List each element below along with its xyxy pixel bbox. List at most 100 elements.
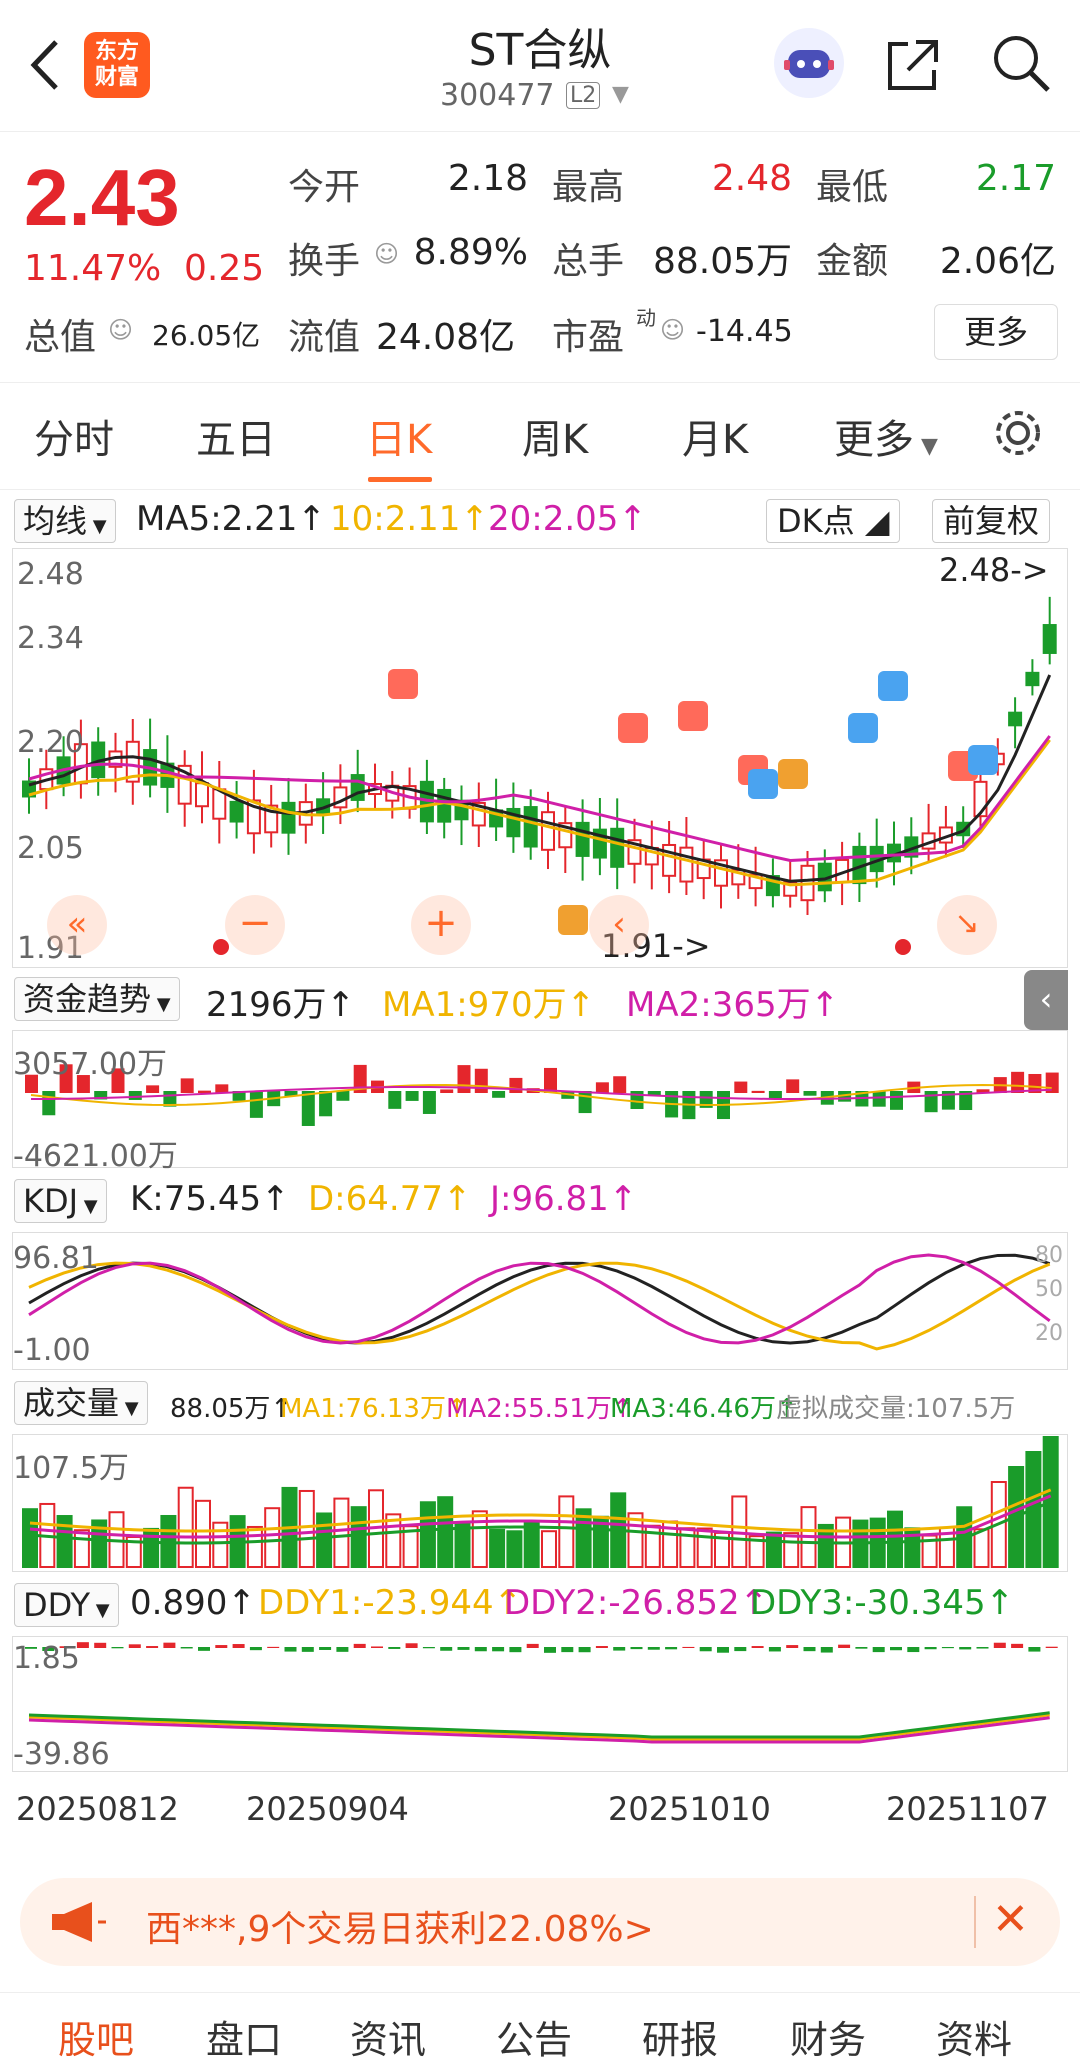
ddy-bar: [786, 1645, 799, 1648]
ma-selector[interactable]: 均线 ▼: [14, 499, 116, 543]
candle-body: [1042, 624, 1057, 654]
share-icon[interactable]: [880, 32, 946, 98]
ddy-bar: [163, 1642, 176, 1648]
ma-line: [28, 739, 1051, 887]
ddy-bar: [820, 1647, 833, 1653]
tab-research[interactable]: 研报: [642, 2009, 718, 2064]
chevron-down-icon[interactable]: ▼: [612, 82, 629, 107]
tab-guba[interactable]: 股吧: [58, 2009, 134, 2064]
gear-icon[interactable]: [990, 405, 1046, 465]
flow-bar: [180, 1078, 194, 1093]
active-tab-indicator: [368, 477, 432, 482]
ddy-bar: [1011, 1643, 1024, 1648]
reset-view-button[interactable]: ↘: [937, 895, 997, 955]
adjust-button[interactable]: 前复权: [932, 499, 1051, 543]
volume-bar: [195, 1499, 211, 1568]
kdj-selector-label: KDJ: [23, 1182, 79, 1220]
ddy-bar: [146, 1646, 159, 1648]
ddy-bar: [993, 1642, 1006, 1648]
float-value: 24.08亿: [376, 317, 516, 358]
flow-bar: [509, 1077, 523, 1093]
volume-selector[interactable]: 成交量 ▼: [14, 1381, 148, 1425]
collapse-panel-button[interactable]: ‹: [1024, 970, 1068, 1030]
tab-monthly-k[interactable]: 月K: [682, 407, 748, 465]
flow-bar: [803, 1091, 817, 1096]
kdj-selector[interactable]: KDJ ▼: [14, 1179, 107, 1223]
volume-bar: [419, 1501, 436, 1568]
ddy-bar: [111, 1647, 124, 1649]
volume-bar: [696, 1527, 713, 1568]
flow-bar: [128, 1091, 142, 1100]
ddy-bar: [595, 1646, 608, 1648]
signal-s-marker: [748, 769, 778, 799]
info-icon[interactable]: ☺: [660, 316, 685, 344]
info-icon[interactable]: ☺: [374, 240, 399, 268]
close-icon[interactable]: ✕: [992, 1894, 1029, 1945]
candle-body: [229, 800, 244, 823]
volume-canvas: [22, 1436, 1059, 1569]
volume-bar: [316, 1512, 333, 1568]
kdj-canvas: [28, 1253, 1051, 1351]
scroll-back-button[interactable]: ‹: [589, 895, 649, 955]
y-axis-label: -39.86: [13, 1737, 110, 1772]
tab-profile[interactable]: 资料: [936, 2009, 1012, 2064]
promo-banner[interactable]: 西***,9个交易日获利22.08%> ✕: [20, 1878, 1060, 1966]
flow-bar: [42, 1091, 56, 1116]
ddy-bar: [872, 1647, 885, 1653]
tab-intraday[interactable]: 分时: [34, 407, 114, 465]
volume-ma1: MA1:76.13万↑: [280, 1394, 468, 1424]
level2-badge: L2: [566, 82, 601, 109]
candle-body: [679, 846, 694, 883]
ddy-bar: [215, 1645, 228, 1648]
zoom-out-button[interactable]: −: [225, 895, 285, 955]
more-quote-button[interactable]: 更多: [934, 304, 1058, 360]
dk-label: DK点: [777, 502, 855, 540]
scroll-left-button[interactable]: «: [47, 895, 107, 955]
ma-selector-label: 均线: [23, 502, 88, 540]
ddy-value: 0.890↑: [130, 1583, 256, 1623]
volume-bar: [333, 1497, 350, 1568]
ddy-bar: [198, 1647, 210, 1651]
robot-assistant-icon[interactable]: [774, 28, 844, 98]
capital-flow-selector[interactable]: 资金趋势 ▼: [14, 977, 180, 1021]
flow-bar: [319, 1091, 333, 1117]
amount-value: 2.06亿: [939, 241, 1056, 282]
ddy-bar: [924, 1647, 937, 1650]
flow-bar: [336, 1091, 350, 1101]
signal-t-marker: [778, 759, 808, 789]
turnover-value: 8.89%: [413, 232, 528, 273]
signal-s-marker: [878, 671, 908, 701]
flow-bar: [422, 1091, 436, 1114]
capital-flow-ma1: MA1:970万↑: [382, 985, 596, 1025]
stock-code[interactable]: 300477: [440, 78, 555, 113]
ddy-bar: [267, 1646, 280, 1648]
volume-chart: 107.5万: [12, 1434, 1068, 1572]
ddy-bar: [647, 1647, 660, 1650]
candle-body: [195, 782, 209, 808]
tab-more[interactable]: 更多 ▼: [834, 407, 938, 465]
ddy-bar: [717, 1647, 729, 1653]
kdj-d-value: D:64.77↑: [308, 1179, 472, 1219]
tab-announcements[interactable]: 公告: [496, 2009, 572, 2064]
dk-point-button[interactable]: DK点 ◢: [766, 499, 901, 543]
tab-finance[interactable]: 财务: [790, 2009, 866, 2064]
flow-bar: [440, 1089, 454, 1093]
tab-daily-k[interactable]: 日K: [366, 407, 432, 465]
ddy-selector[interactable]: DDY ▼: [14, 1583, 119, 1627]
x-axis-date: 20251107: [886, 1790, 1049, 1828]
kline-chart[interactable]: 2.48 2.34 2.20 2.05 1.91 2.48-> 1.91-> «…: [12, 548, 1068, 968]
kdj-chart: 96.81 -1.00 80 50 20: [12, 1232, 1068, 1370]
tab-pankou[interactable]: 盘口: [206, 2009, 282, 2064]
ddy-bar: [890, 1647, 902, 1651]
volume-bar: [471, 1510, 488, 1568]
tab-weekly-k[interactable]: 周K: [522, 407, 588, 465]
amount-label: 金额: [816, 241, 889, 282]
search-icon[interactable]: [988, 30, 1054, 96]
zoom-in-button[interactable]: +: [411, 895, 471, 955]
info-icon[interactable]: ☺: [108, 316, 133, 344]
tab-five-day[interactable]: 五日: [196, 407, 276, 465]
flow-bar: [492, 1091, 506, 1098]
flow-bar: [1011, 1071, 1025, 1093]
tab-news[interactable]: 资讯: [350, 2009, 426, 2064]
signal-s-marker: [848, 713, 878, 743]
